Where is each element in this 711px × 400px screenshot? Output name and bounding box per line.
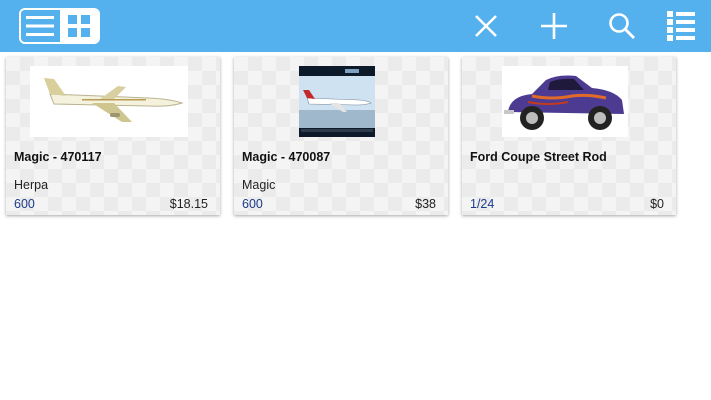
filter-list-button[interactable] — [661, 6, 701, 46]
item-scale: 600 — [242, 197, 263, 211]
list-view-icon — [26, 16, 55, 36]
item-brand: Magic — [242, 178, 276, 192]
close-icon — [475, 15, 497, 37]
item-price: $0 — [650, 197, 664, 211]
item-card[interactable]: Magic - 470117 Herpa 600 $18.15 — [6, 57, 220, 215]
top-toolbar — [0, 0, 711, 52]
search-button[interactable] — [602, 6, 642, 46]
view-mode-toggle — [19, 8, 100, 44]
grid-view-icon — [67, 15, 90, 37]
add-button[interactable] — [534, 6, 574, 46]
item-scale: 600 — [14, 197, 35, 211]
item-brand: Herpa — [14, 178, 49, 192]
airliner-box-image — [299, 66, 375, 137]
item-price: $38 — [415, 197, 436, 211]
close-button[interactable] — [466, 6, 506, 46]
item-title: Ford Coupe Street Rod — [470, 150, 607, 164]
search-icon — [609, 13, 635, 39]
grid-view-button[interactable] — [59, 10, 98, 42]
filter-list-icon — [667, 11, 695, 41]
item-scale: 1/24 — [470, 197, 495, 211]
item-thumbnail — [502, 66, 628, 137]
item-thumbnail — [299, 66, 375, 137]
item-title: Magic - 470117 — [14, 150, 102, 164]
purple-coupe-image — [502, 66, 628, 137]
item-card[interactable]: Ford Coupe Street Rod 1/24 $0 — [462, 57, 676, 215]
item-price: $18.15 — [169, 197, 208, 211]
list-view-button[interactable] — [21, 10, 60, 42]
airliner-image — [30, 66, 188, 137]
item-thumbnail — [30, 66, 188, 137]
add-icon — [541, 13, 567, 39]
item-title: Magic - 470087 — [242, 150, 331, 164]
item-card[interactable]: Magic - 470087 Magic 600 $38 — [234, 57, 448, 215]
